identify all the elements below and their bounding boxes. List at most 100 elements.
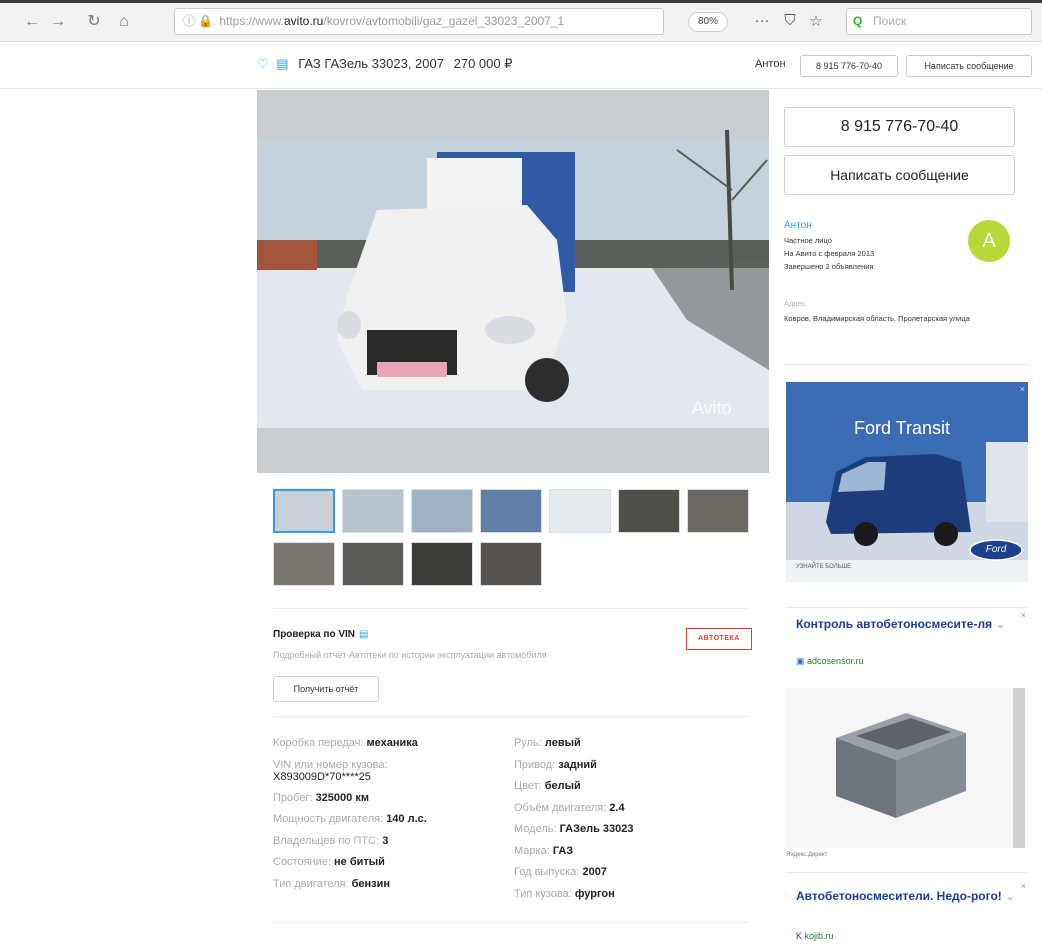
thumbnail[interactable] <box>411 489 473 533</box>
thumbnail[interactable] <box>273 542 335 586</box>
search-placeholder: Поиск <box>873 14 907 28</box>
header-seller-name[interactable]: Антон <box>755 58 786 70</box>
seller-type: Частное лицо <box>784 236 832 245</box>
param-engine-type: Тип двигателя: бензин <box>273 874 427 896</box>
home-icon[interactable]: ⌂ <box>114 14 134 30</box>
seller-card: Антон Частное лицо На Авито с февраля 20… <box>784 213 1029 365</box>
address-text: Ковров, Владимирская область, Пролетарск… <box>784 314 970 323</box>
vin-check-title-text: Проверка по VIN <box>273 629 356 640</box>
write-message-button[interactable]: Написать сообщение <box>784 155 1015 195</box>
watermark-text: Avito <box>692 398 732 418</box>
close-icon[interactable]: × <box>1021 881 1026 891</box>
param-value: ГАЗель 33023 <box>559 823 634 835</box>
document-icon: ▤ <box>359 629 369 640</box>
thumbnail[interactable] <box>480 489 542 533</box>
param-key: Модель: <box>514 823 560 835</box>
seller-completed: Завершено 2 объявления <box>784 262 874 271</box>
url-bar[interactable]: ⓘ 🔒 https://www.avito.ru/kovrov/avtomobil… <box>174 8 664 35</box>
param-year: Год выпуска: 2007 <box>514 862 634 884</box>
thumbnail[interactable] <box>618 489 680 533</box>
back-icon[interactable]: ← <box>22 14 42 30</box>
header-message-button[interactable]: Написать сообщение <box>906 55 1032 77</box>
param-key: VIN или номер кузова: <box>273 758 388 771</box>
site-icon: K <box>796 931 803 941</box>
thumbnail[interactable] <box>411 542 473 586</box>
params-left-column: Коробка передач: механика VIN или номер … <box>273 733 427 895</box>
main-photo[interactable]: Avito <box>257 90 769 473</box>
param-value: 3 <box>382 834 389 847</box>
param-power: Мощность двигателя: 140 л.с. <box>273 809 427 831</box>
favorite-heart-icon[interactable]: ♡ <box>257 56 269 71</box>
show-phone-button[interactable]: 8 915 776-70-40 <box>784 107 1015 147</box>
param-value: левый <box>544 737 581 749</box>
param-value: 2.4 <box>609 801 625 814</box>
note-icon[interactable]: ▤ <box>276 56 288 71</box>
chevron-down-icon[interactable]: ⌄ <box>995 617 1005 631</box>
param-key: Объём двигателя: <box>514 801 610 814</box>
ad-provider-label: Яндекс.Директ <box>786 852 828 858</box>
thumbnail[interactable] <box>342 489 404 533</box>
thumbnail[interactable] <box>480 542 542 586</box>
ad-scrollbar[interactable] <box>1013 688 1025 848</box>
ad-title-text: Контроль автобетоносмесите-ля <box>796 617 993 631</box>
param-value: задний <box>558 758 597 771</box>
close-icon[interactable]: × <box>1020 384 1025 394</box>
param-value: 2007 <box>582 866 607 878</box>
thumbnail[interactable] <box>273 489 335 533</box>
search-input[interactable]: Q Поиск <box>846 8 1032 35</box>
get-report-button[interactable]: Получить отчёт <box>273 676 379 702</box>
ford-transit-ad[interactable]: Ford Transit Ford УЗНАЙТЕ БОЛЬШЕ × <box>786 382 1028 582</box>
param-key: Год выпуска: <box>514 866 583 878</box>
thumbnail[interactable] <box>687 489 749 533</box>
thumbnail[interactable] <box>342 542 404 586</box>
ad-domain[interactable]: K kojib.ru <box>796 931 834 941</box>
param-mileage: Пробег: 325000 км <box>273 788 427 810</box>
forward-icon[interactable]: → <box>48 14 68 30</box>
connector-image <box>836 713 966 818</box>
ad-domain-text: kojib.ru <box>804 931 834 941</box>
param-value: белый <box>544 780 581 792</box>
param-key: Тип кузова: <box>514 887 575 900</box>
ford-ad-caption[interactable]: УЗНАЙТЕ БОЛЬШЕ <box>796 564 851 570</box>
lock-icon: 🔒 <box>198 14 214 28</box>
param-steering: Руль: левый <box>514 733 634 755</box>
param-drive: Привод: задний <box>514 755 634 777</box>
chevron-down-icon[interactable]: ⌄ <box>1005 889 1015 903</box>
param-vin: VIN или номер кузова: X893009D*70****25 <box>273 755 427 788</box>
ad-title[interactable]: Автобетоносмесители. Недо-рого! ⌄ <box>796 889 1021 904</box>
param-key: Коробка передач: <box>273 737 367 749</box>
param-key: Пробег: <box>273 791 316 804</box>
truck-photo: Avito <box>257 90 769 473</box>
divider <box>273 922 748 923</box>
param-body-type: Тип кузова: фургон <box>514 884 634 906</box>
site-icon: ▣ <box>796 656 805 666</box>
vin-check-title: Проверка по VIN ▤ <box>273 629 368 640</box>
ad-image <box>786 688 1014 848</box>
more-icon[interactable]: ··· <box>752 12 772 29</box>
thumbnail[interactable] <box>549 489 611 533</box>
zoom-level[interactable]: 80% <box>688 12 728 32</box>
param-color: Цвет: белый <box>514 776 634 798</box>
sensor-ad[interactable]: × Контроль автобетоносмесите-ля ⌄ ▣ adco… <box>786 607 1028 851</box>
mixer-ad[interactable]: × Автобетоносмесители. Недо-рого! ⌄ K ko… <box>786 872 1028 944</box>
vin-check-description: Подробный отчёт Автотеки по истории эксп… <box>273 650 547 660</box>
param-value: ГАЗ <box>552 844 574 857</box>
search-engine-icon: Q <box>853 14 863 28</box>
seller-since: На Авито с февраля 2013 <box>784 249 875 258</box>
param-owners: Владельцев по ПТС: 3 <box>273 831 427 853</box>
seller-name-link[interactable]: Антон <box>784 220 812 231</box>
avatar[interactable]: A <box>968 220 1010 262</box>
param-value: X893009D*70****25 <box>273 770 371 783</box>
info-icon[interactable]: ⓘ <box>183 14 195 28</box>
pocket-icon[interactable]: ⛉ <box>780 12 800 29</box>
param-value: не битый <box>334 856 385 868</box>
url-path: /kovrov/avtomobili/gaz_gazel_33023_2007_… <box>323 14 565 28</box>
close-icon[interactable]: × <box>1021 610 1026 620</box>
header-phone-button[interactable]: 8 915 776-70-40 <box>800 55 898 77</box>
reload-icon[interactable]: ↻ <box>84 14 104 30</box>
ad-title[interactable]: Контроль автобетоносмесите-ля ⌄ <box>796 617 1021 632</box>
bookmark-star-icon[interactable]: ☆ <box>806 12 826 30</box>
param-key: Состояние: <box>273 856 334 868</box>
param-key: Марка: <box>514 844 553 857</box>
ad-domain[interactable]: ▣ adcosensor.ru <box>796 656 864 667</box>
